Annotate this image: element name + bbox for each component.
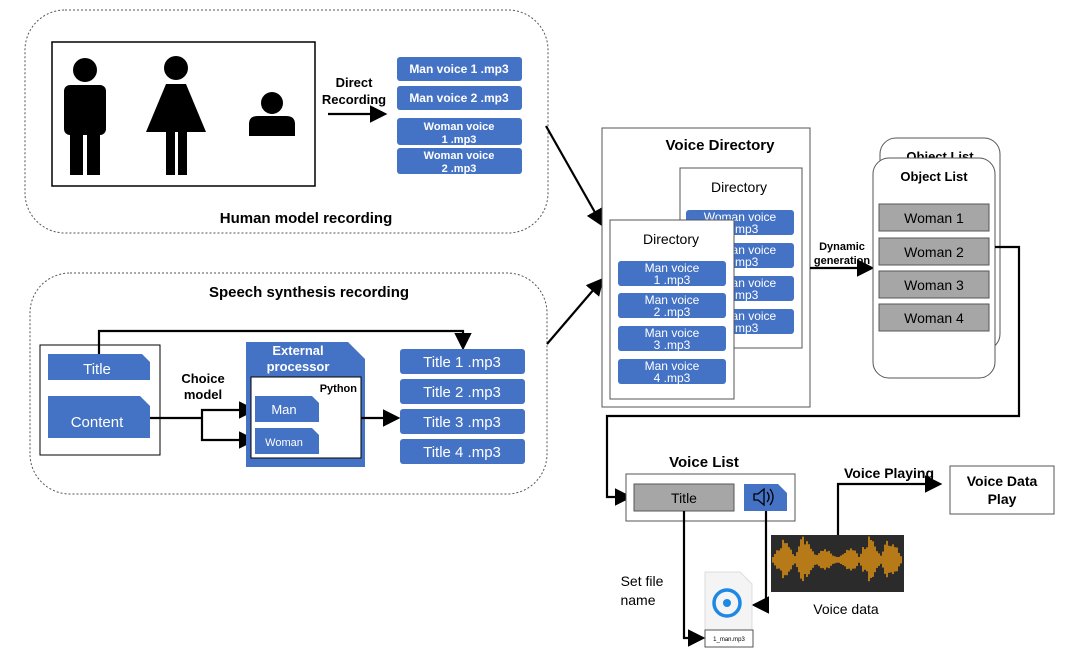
svg-text:1 .mp3: 1 .mp3 xyxy=(654,273,691,287)
dynamic-label: Dynamic xyxy=(819,241,865,253)
file-name-label: 1_man.mp3 xyxy=(713,637,745,643)
input-title: Title xyxy=(48,354,150,380)
svg-text:Woman voice: Woman voice xyxy=(424,121,495,133)
svg-text:Title 1 .mp3: Title 1 .mp3 xyxy=(423,354,501,371)
recording-label: Recording xyxy=(322,92,386,107)
speech-synthesis-panel: Speech synthesis recording Title Content… xyxy=(30,273,547,494)
synth-file-4: Title 4 .mp3 xyxy=(400,439,525,464)
human-file-2: Man voice 2 .mp3 xyxy=(397,86,522,110)
object-list-item[interactable]: Woman 3 xyxy=(879,271,989,298)
human-file-3: Woman voice1 .mp3 xyxy=(397,118,522,146)
human-recording-panel: Direct Recording Man voice 1 .mp3 Man vo… xyxy=(25,10,548,233)
voice-list: Voice List Title xyxy=(626,454,795,521)
svg-text:3 .mp3: 3 .mp3 xyxy=(654,338,691,352)
svg-text:Voice List: Voice List xyxy=(669,454,739,471)
svg-text:Play: Play xyxy=(988,491,1017,507)
svg-text:processor: processor xyxy=(267,359,330,374)
svg-text:Directory: Directory xyxy=(643,231,699,247)
svg-text:Directory: Directory xyxy=(711,179,767,195)
svg-text:Title 2 .mp3: Title 2 .mp3 xyxy=(423,384,501,401)
synth-file-1: Title 1 .mp3 xyxy=(400,349,525,374)
svg-text:Woman 4: Woman 4 xyxy=(904,310,964,326)
model-label: model xyxy=(184,387,222,402)
input-content: Content xyxy=(48,396,150,438)
object-list: Object List Object List Woman 1Woman 2Wo… xyxy=(873,138,1000,378)
svg-text:1 .mp3: 1 .mp3 xyxy=(442,134,477,146)
object-list-item[interactable]: Woman 2 xyxy=(879,238,989,265)
voice-system-diagram: Direct Recording Man voice 1 .mp3 Man vo… xyxy=(0,0,1084,661)
python-label: Python xyxy=(320,383,358,395)
synth-file-2: Title 2 .mp3 xyxy=(400,379,525,404)
generation-label: generation xyxy=(814,255,871,267)
svg-text:Woman voice: Woman voice xyxy=(424,150,495,162)
svg-text:2 .mp3: 2 .mp3 xyxy=(442,163,477,175)
svg-text:Title: Title xyxy=(671,490,697,506)
name-label: name xyxy=(620,592,655,608)
man-voice-file: Man voice1 .mp3 xyxy=(618,261,726,287)
svg-text:Title 4 .mp3: Title 4 .mp3 xyxy=(423,444,501,461)
woman-model: Woman xyxy=(265,437,303,449)
waveform-image xyxy=(771,535,904,592)
human-file-4: Woman voice2 .mp3 xyxy=(397,148,522,175)
voice-playing-label: Voice Playing xyxy=(844,465,934,481)
direct-label: Direct xyxy=(336,75,374,90)
svg-text:Woman 3: Woman 3 xyxy=(904,277,964,293)
svg-text:Title 3 .mp3: Title 3 .mp3 xyxy=(423,414,501,431)
svg-text:Woman 1: Woman 1 xyxy=(904,210,964,226)
speaker-icon[interactable] xyxy=(744,484,787,511)
synth-file-3: Title 3 .mp3 xyxy=(400,409,525,434)
svg-text:External: External xyxy=(272,343,323,358)
man-voice-file: Man voice4 .mp3 xyxy=(618,359,726,385)
svg-text:Man voice 1 .mp3: Man voice 1 .mp3 xyxy=(409,62,509,76)
svg-text:2 .mp3: 2 .mp3 xyxy=(654,305,691,319)
svg-text:Voice Data: Voice Data xyxy=(967,473,1038,489)
svg-text:Woman 2: Woman 2 xyxy=(904,244,964,260)
man-model: Man xyxy=(271,402,296,417)
choice-label: Choice xyxy=(181,371,224,386)
human-recording-title: Human model recording xyxy=(220,210,393,227)
man-voice-file: Man voice2 .mp3 xyxy=(618,293,726,319)
svg-text:4 .mp3: 4 .mp3 xyxy=(654,371,691,385)
svg-text:Object List: Object List xyxy=(900,169,968,184)
audio-file-icon: 1_man.mp3 xyxy=(705,572,753,647)
svg-text:Voice Directory: Voice Directory xyxy=(666,137,776,154)
set-file-label: Set file xyxy=(621,573,664,589)
external-processor: External processor Python Man Woman xyxy=(246,342,365,467)
svg-text:Man voice 2 .mp3: Man voice 2 .mp3 xyxy=(409,91,509,105)
voice-data-play-box: Voice Data Play xyxy=(950,466,1054,514)
object-list-item[interactable]: Woman 4 xyxy=(879,304,989,331)
voice-data-label: Voice data xyxy=(813,601,879,617)
object-list-item[interactable]: Woman 1 xyxy=(879,204,989,231)
man-voice-file: Man voice3 .mp3 xyxy=(618,326,726,352)
human-file-1: Man voice 1 .mp3 xyxy=(397,57,522,81)
svg-text:Title: Title xyxy=(83,361,111,378)
voice-directory: Voice Directory Directory Woman voice1 .… xyxy=(602,128,810,407)
speech-synthesis-title: Speech synthesis recording xyxy=(209,284,409,301)
svg-text:Content: Content xyxy=(71,414,124,431)
